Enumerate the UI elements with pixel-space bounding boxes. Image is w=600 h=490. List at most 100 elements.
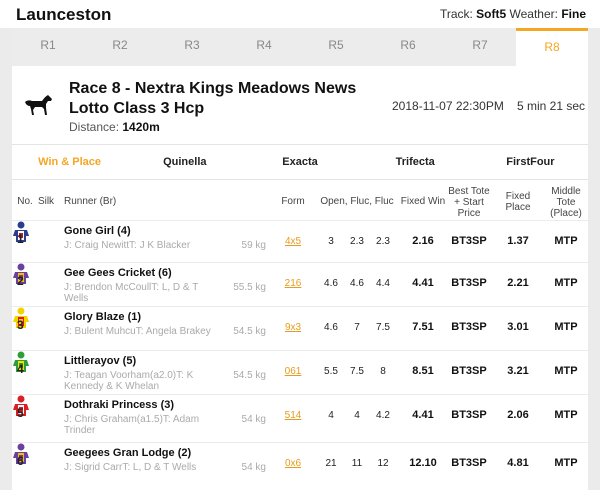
weather-label: Weather:	[509, 7, 558, 21]
col-middle-tote: Middle Tote (Place)	[550, 186, 582, 219]
bet-tab-trifecta[interactable]: Trifecta	[358, 145, 473, 179]
odds-fluc-1: 7.5	[350, 366, 364, 377]
bet-type-tabs: Win & Place Quinella Exacta Trifecta FirstFo…	[12, 144, 588, 180]
race-tab-r3[interactable]: R3	[156, 28, 228, 66]
race-tabs: R1 R2 R3 R4 R5 R6 R7 R8	[12, 28, 588, 66]
best-tote-button[interactable]: BT3SP	[444, 409, 494, 421]
odds-fluc-2: 2.3	[376, 236, 390, 247]
odds-fluc-2: 7.5	[376, 322, 390, 333]
form-link[interactable]: 9x3	[280, 322, 306, 333]
runner-name[interactable]: Gee Gees Cricket (6)	[64, 267, 172, 279]
runner-weight: 55.5 kg	[233, 282, 266, 293]
race-tab-r4[interactable]: R4	[228, 28, 300, 66]
track-conditions: Track: Soft5 Weather: Fine	[440, 7, 586, 21]
fixed-place-odds[interactable]: 4.81	[500, 457, 536, 469]
best-tote-button[interactable]: BT3SP	[444, 457, 494, 469]
fixed-win-odds[interactable]: 8.51	[398, 365, 448, 377]
fixed-place-odds[interactable]: 3.01	[500, 321, 536, 333]
fixed-win-odds[interactable]: 2.16	[398, 235, 448, 247]
race-title: Race 8 - Nextra Kings Meadows News Lotto…	[69, 80, 357, 117]
odds-open: 3	[328, 236, 334, 247]
odds-fluc-2: 12	[377, 458, 389, 469]
odds-fluc-1: 4	[354, 410, 360, 421]
form-link[interactable]: 514	[280, 410, 306, 421]
bet-tab-win-place[interactable]: Win & Place	[12, 145, 127, 179]
middle-tote-button[interactable]: MTP	[544, 277, 588, 289]
odds-open: 4.6	[324, 278, 338, 289]
odds-open: 4	[328, 410, 334, 421]
runner-name[interactable]: Glory Blaze (1)	[64, 311, 141, 323]
col-runner: Runner (Br)	[64, 196, 117, 207]
weather-value: Fine	[561, 7, 586, 21]
runner-name[interactable]: Dothraki Princess (3)	[64, 399, 174, 411]
form-link[interactable]: 4x5	[280, 236, 306, 247]
track-label: Track:	[439, 7, 473, 21]
best-tote-button[interactable]: BT3SP	[444, 321, 494, 333]
fixed-win-odds[interactable]: 12.10	[398, 457, 448, 469]
fixed-place-odds[interactable]: 3.21	[500, 365, 536, 377]
runner-number: 5	[17, 406, 24, 420]
jockey-trainer: J: Craig NewittT: J K Blacker	[64, 240, 191, 251]
middle-tote-button[interactable]: MTP	[544, 235, 588, 247]
runner-row[interactable]: 4 Littlerayov (5) J: Teagan Voorham(a2.0)T…	[12, 350, 588, 392]
odds-open: 5.5	[324, 366, 338, 377]
bet-tab-firstfour[interactable]: FirstFour	[473, 145, 588, 179]
fixed-win-odds[interactable]: 4.41	[398, 409, 448, 421]
middle-tote-button[interactable]: MTP	[544, 457, 588, 469]
runner-row[interactable]: 2 Gee Gees Cricket (6) J: Brendon McCoullT…	[12, 262, 588, 304]
top-bar: Launceston Track: Soft5 Weather: Fine	[0, 0, 600, 28]
best-tote-button[interactable]: BT3SP	[444, 235, 494, 247]
race-tab-r5[interactable]: R5	[300, 28, 372, 66]
col-fixed-place: Fixed Place	[505, 191, 531, 213]
race-tab-r6[interactable]: R6	[372, 28, 444, 66]
runner-weight: 54.5 kg	[233, 326, 266, 337]
runner-row[interactable]: 1 Gone Girl (4) J: Craig NewittT: J K Blac…	[12, 220, 588, 262]
distance-label: Distance:	[69, 120, 120, 134]
odds-open: 4.6	[324, 322, 338, 333]
runner-row[interactable]: 5 Dothraki Princess (3) J: Chris Graham(a1…	[12, 394, 588, 436]
fixed-place-odds[interactable]: 1.37	[500, 235, 536, 247]
form-link[interactable]: 216	[280, 278, 306, 289]
race-panel: Race 8 - Nextra Kings Meadows News Lotto…	[12, 66, 588, 490]
middle-tote-button[interactable]: MTP	[544, 409, 588, 421]
runner-weight: 54 kg	[241, 462, 266, 473]
fixed-place-odds[interactable]: 2.21	[500, 277, 536, 289]
horse-icon	[25, 95, 52, 115]
odds-fluc-2: 4.2	[376, 410, 390, 421]
col-no: No.	[17, 196, 33, 207]
odds-fluc-1: 2.3	[350, 236, 364, 247]
bet-tab-quinella[interactable]: Quinella	[127, 145, 242, 179]
fixed-win-odds[interactable]: 7.51	[398, 321, 448, 333]
odds-fluc-2: 4.4	[376, 278, 390, 289]
col-fixed-win: Fixed Win	[400, 196, 446, 207]
fixed-place-odds[interactable]: 2.06	[500, 409, 536, 421]
race-tab-r1[interactable]: R1	[12, 28, 84, 66]
odds-fluc-2: 8	[380, 366, 386, 377]
race-tab-r8[interactable]: R8	[516, 28, 588, 66]
odds-fluc-1: 4.6	[350, 278, 364, 289]
race-distance: Distance: 1420m	[69, 120, 160, 134]
runner-number: 1	[17, 232, 24, 246]
runner-row[interactable]: 3 Glory Blaze (1) J: Bulent MuhcuT: Angela…	[12, 306, 588, 348]
middle-tote-button[interactable]: MTP	[544, 321, 588, 333]
runner-name[interactable]: Gone Girl (4)	[64, 225, 131, 237]
track-value: Soft5	[476, 7, 507, 21]
runner-name[interactable]: Geegees Gran Lodge (2)	[64, 447, 191, 459]
runner-weight: 54 kg	[241, 414, 266, 425]
bet-tab-exacta[interactable]: Exacta	[242, 145, 357, 179]
runner-weight: 54.5 kg	[233, 370, 266, 381]
runner-row[interactable]: 6 Geegees Gran Lodge (2) J: Sigrid CarrT: …	[12, 442, 588, 484]
best-tote-button[interactable]: BT3SP	[444, 365, 494, 377]
best-tote-button[interactable]: BT3SP	[444, 277, 494, 289]
runner-weight: 59 kg	[241, 240, 266, 251]
odds-fluc-1: 11	[351, 458, 363, 469]
fixed-win-odds[interactable]: 4.41	[398, 277, 448, 289]
distance-value: 1420m	[122, 120, 160, 134]
runner-name[interactable]: Littlerayov (5)	[64, 355, 136, 367]
race-tab-r2[interactable]: R2	[84, 28, 156, 66]
form-link[interactable]: 061	[280, 366, 306, 377]
middle-tote-button[interactable]: MTP	[544, 365, 588, 377]
race-datetime: 2018-11-07 22:30PM	[392, 99, 504, 113]
race-tab-r7[interactable]: R7	[444, 28, 516, 66]
form-link[interactable]: 0x6	[280, 458, 306, 469]
